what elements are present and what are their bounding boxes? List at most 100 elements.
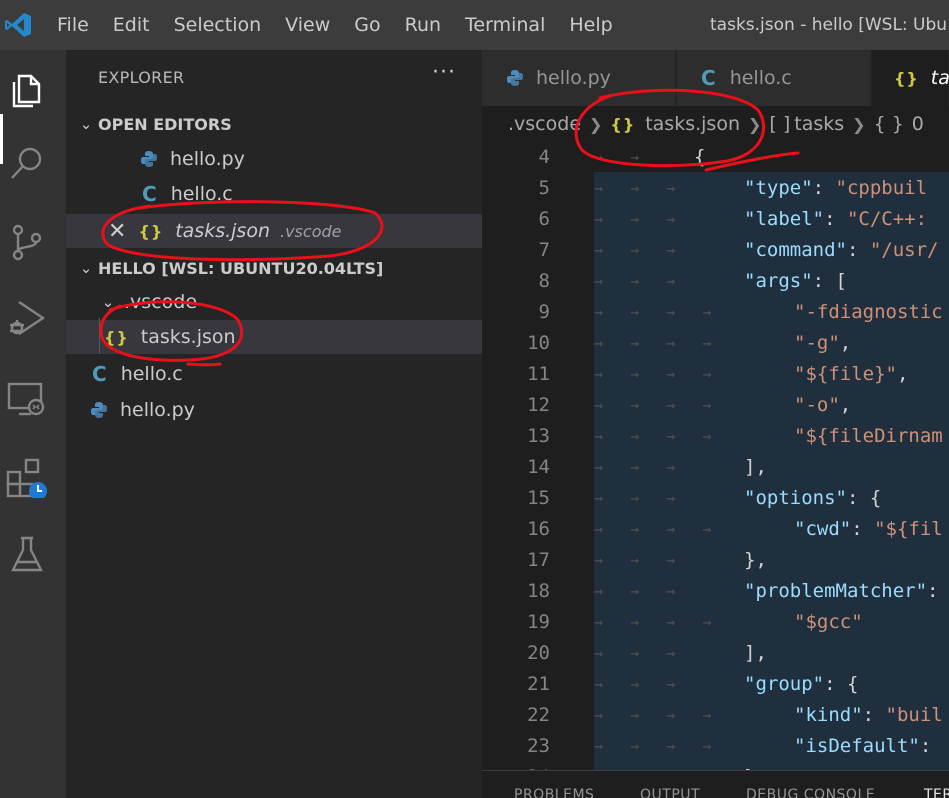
line-number: 21	[527, 673, 550, 695]
file-item-hello-py[interactable]: hello.py	[66, 393, 482, 427]
line-number: 9	[538, 301, 550, 323]
search-icon[interactable]	[5, 142, 49, 186]
tab-output[interactable]: OUTPUT	[640, 787, 700, 798]
testing-flask-icon[interactable]	[5, 532, 49, 576]
open-editor-label: tasks.json	[175, 220, 270, 242]
breadcrumb-object[interactable]: 0	[912, 113, 924, 135]
whitespace-arrows: → → →	[594, 241, 676, 259]
menu-bar: File Edit Selection View Go Run Terminal…	[57, 0, 637, 50]
line-number: 5	[538, 177, 550, 199]
code-line: 11 → → → → "${file}",	[482, 359, 949, 390]
whitespace-arrows: → → → →	[594, 427, 712, 445]
tab-terminal[interactable]: TER	[924, 787, 949, 798]
menu-go[interactable]: Go	[354, 14, 380, 36]
line-number: 15	[527, 487, 550, 509]
c-icon: C	[701, 66, 716, 90]
code-line: 17 → → →},	[482, 545, 949, 576]
breadcrumb-array[interactable]: tasks	[794, 113, 844, 135]
workspace-section[interactable]: ⌄ HELLO [WSL: UBUNTU20.04LTS]	[74, 255, 384, 281]
explorer-icon[interactable]	[5, 66, 49, 110]
menu-file[interactable]: File	[57, 14, 89, 36]
chevron-down-icon: ⌄	[79, 259, 93, 277]
code-text: "label": "C/C++:	[744, 208, 939, 230]
python-icon	[91, 402, 107, 418]
open-editor-item-hello-py[interactable]: hello.py	[66, 142, 482, 176]
line-number: 4	[538, 146, 550, 168]
tab-problems[interactable]: PROBLEMS	[514, 787, 594, 798]
activity-bar	[0, 50, 66, 798]
active-indicator	[0, 114, 3, 164]
folder-vscode[interactable]: ⌄ .vscode	[66, 285, 482, 319]
open-editor-label: hello.py	[170, 148, 245, 170]
code-text: "isDefault":	[794, 735, 932, 757]
line-number: 23	[527, 735, 550, 757]
file-item-tasks-json[interactable]: {} tasks.json	[66, 320, 482, 354]
more-actions-button[interactable]: ···	[432, 60, 456, 85]
code-text: "-g",	[794, 332, 852, 354]
file-label: tasks.json	[140, 326, 236, 348]
code-line: 4 → → {	[482, 142, 949, 173]
run-debug-icon[interactable]	[5, 296, 49, 340]
code-text: "options": {	[744, 487, 882, 509]
menu-run[interactable]: Run	[405, 14, 441, 36]
file-label: hello.c	[120, 363, 183, 385]
chevron-down-icon: ⌄	[101, 293, 115, 311]
folder-label: .vscode	[124, 291, 198, 313]
code-line: 20 → → →],	[482, 638, 949, 669]
code-line: 18 → → → "problemMatcher":	[482, 576, 949, 607]
code-text: ],	[744, 456, 767, 478]
open-editor-item-hello-c[interactable]: C hello.c	[66, 177, 482, 211]
code-text: "${file}",	[794, 363, 909, 385]
line-number: 6	[538, 208, 550, 230]
code-text: "type": "cppbuil	[744, 177, 928, 199]
code-text: "${fileDirnam	[794, 425, 943, 447]
code-text: ],	[744, 642, 767, 664]
code-text: "args": [	[744, 270, 847, 292]
code-text: "cwd": "${fil	[794, 518, 943, 540]
code-line: 21 → → → "group": {	[482, 669, 949, 700]
whitespace-arrows: → → → →	[594, 396, 712, 414]
json-icon: {}	[610, 114, 636, 134]
line-number: 22	[527, 704, 550, 726]
menu-help[interactable]: Help	[569, 14, 612, 36]
whitespace-arrows: → → → →	[594, 334, 712, 352]
tab-tasks-json[interactable]: {} tas	[872, 50, 949, 106]
close-icon[interactable]: ✕	[108, 219, 126, 244]
menu-terminal[interactable]: Terminal	[465, 14, 545, 36]
extensions-icon[interactable]	[5, 454, 49, 498]
chevron-right-icon: ❯	[589, 114, 603, 134]
code-text: "command": "/usr/	[744, 239, 939, 261]
menu-view[interactable]: View	[285, 14, 330, 36]
open-editor-description: .vscode	[280, 221, 342, 241]
line-number: 19	[527, 611, 550, 633]
whitespace-arrows: → → →	[594, 458, 676, 476]
menu-edit[interactable]: Edit	[113, 14, 150, 36]
open-editor-item-tasks-json[interactable]: ✕ {} tasks.json .vscode	[66, 214, 482, 248]
code-line: 13 → → → → "${fileDirnam	[482, 421, 949, 452]
explorer-sidebar: EXPLORER ··· ⌄ OPEN EDITORS hello.py C h…	[66, 50, 482, 798]
line-number: 11	[527, 363, 550, 385]
code-editor[interactable]: 4 → → { 5 → → → "type": "cppbuil 6 → → → "label"…	[482, 142, 949, 770]
source-control-icon[interactable]	[5, 220, 49, 264]
file-item-hello-c[interactable]: C hello.c	[66, 357, 482, 391]
tab-hello-c[interactable]: C hello.c	[677, 50, 871, 106]
breadcrumb-file[interactable]: tasks.json	[645, 113, 740, 135]
line-number: 13	[527, 425, 550, 447]
whitespace-arrows: → → → →	[594, 365, 712, 383]
tab-hello-py[interactable]: hello.py	[482, 50, 676, 106]
line-number: 17	[527, 549, 550, 571]
remote-explorer-icon[interactable]	[5, 378, 49, 422]
open-editors-section[interactable]: ⌄ OPEN EDITORS	[74, 111, 232, 137]
menu-selection[interactable]: Selection	[174, 14, 262, 36]
title-bar: File Edit Selection View Go Run Terminal…	[0, 0, 949, 50]
whitespace-arrows: → → →	[594, 179, 676, 197]
open-editor-label: hello.c	[170, 183, 233, 205]
editor-tab-bar: hello.py C hello.c {} tas	[482, 50, 949, 106]
breadcrumb-folder[interactable]: .vscode	[508, 113, 581, 135]
workspace-title: HELLO [WSL: UBUNTU20.04LTS]	[98, 258, 384, 278]
whitespace-arrows: → → →	[594, 582, 676, 600]
tab-debug-console[interactable]: DEBUG CONSOLE	[746, 787, 875, 798]
tab-label: tas	[930, 67, 949, 89]
sidebar-title: EXPLORER	[98, 68, 185, 87]
whitespace-arrows: → → →	[594, 675, 676, 693]
